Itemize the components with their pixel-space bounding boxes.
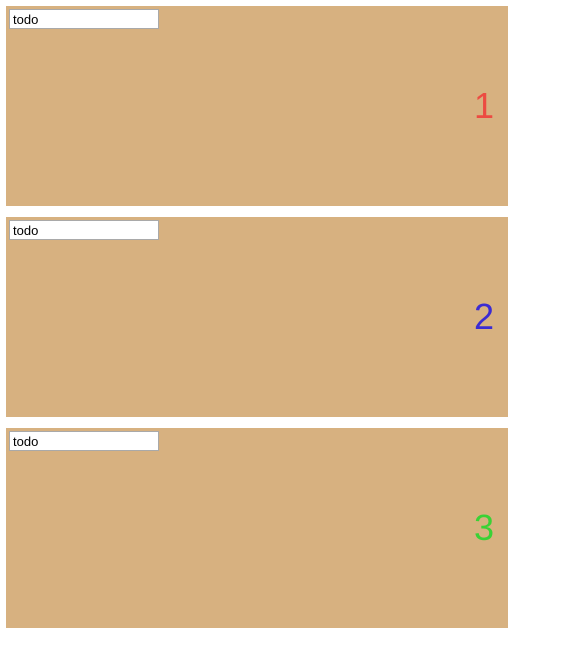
card-number-2: 2 [474, 296, 494, 338]
todo-input-3[interactable] [9, 431, 159, 451]
card-number-1: 1 [474, 85, 494, 127]
card-1: 1 [6, 6, 508, 206]
card-number-3: 3 [474, 507, 494, 549]
todo-input-2[interactable] [9, 220, 159, 240]
card-3: 3 [6, 428, 508, 628]
card-2: 2 [6, 217, 508, 417]
todo-input-1[interactable] [9, 9, 159, 29]
